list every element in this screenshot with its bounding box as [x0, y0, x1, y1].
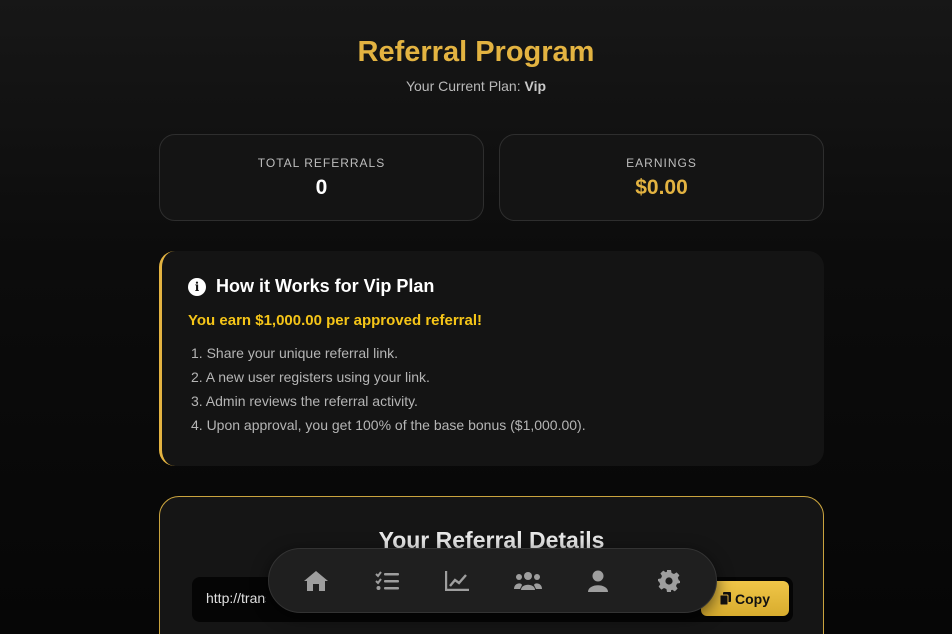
nav-team[interactable]	[503, 556, 553, 606]
earn-per-referral: You earn $1,000.00 per approved referral…	[188, 312, 483, 329]
copy-icon	[720, 592, 731, 605]
bottom-nav	[268, 548, 717, 613]
step-item: 4. Upon approval, you get 100% of the ba…	[191, 417, 586, 433]
total-referrals-label: TOTAL REFERRALS	[257, 156, 386, 170]
step-item: 2. A new user registers using your link.	[191, 369, 430, 385]
nav-chart[interactable]	[432, 556, 482, 606]
copy-label: Copy	[735, 590, 770, 607]
gear-icon	[657, 569, 680, 592]
user-icon	[588, 570, 609, 592]
total-referrals-value: 0	[315, 176, 328, 199]
earnings-card: EARNINGS $0.00	[499, 134, 824, 221]
current-plan: Your Current Plan: Vip	[0, 78, 952, 94]
tasks-icon	[375, 570, 399, 590]
total-referrals-card: TOTAL REFERRALS 0	[159, 134, 484, 221]
earnings-value: $0.00	[635, 176, 688, 199]
step-item: 1. Share your unique referral link.	[191, 345, 398, 361]
info-icon: i	[188, 277, 206, 296]
chart-icon	[445, 570, 470, 591]
earnings-label: EARNINGS	[626, 156, 697, 170]
how-it-works-title: How it Works for Vip Plan	[216, 276, 435, 296]
home-icon	[304, 570, 329, 591]
steps-list: 1. Share your unique referral link. 2. A…	[191, 343, 586, 439]
page-title: Referral Program	[357, 36, 595, 68]
users-icon	[513, 571, 542, 590]
current-plan-value: Vip	[524, 78, 547, 94]
current-plan-label: Your Current Plan:	[405, 78, 521, 94]
how-it-works-header: i How it Works for Vip Plan	[188, 276, 434, 297]
nav-settings[interactable]	[644, 556, 694, 606]
step-item: 3. Admin reviews the referral activity.	[191, 393, 418, 409]
nav-home[interactable]	[291, 556, 341, 606]
referral-link-input[interactable]: http://trans	[206, 590, 266, 606]
nav-tasks[interactable]	[362, 556, 412, 606]
nav-profile[interactable]	[573, 556, 623, 606]
how-it-works-card: i How it Works for Vip Plan You earn $1,…	[159, 251, 824, 466]
